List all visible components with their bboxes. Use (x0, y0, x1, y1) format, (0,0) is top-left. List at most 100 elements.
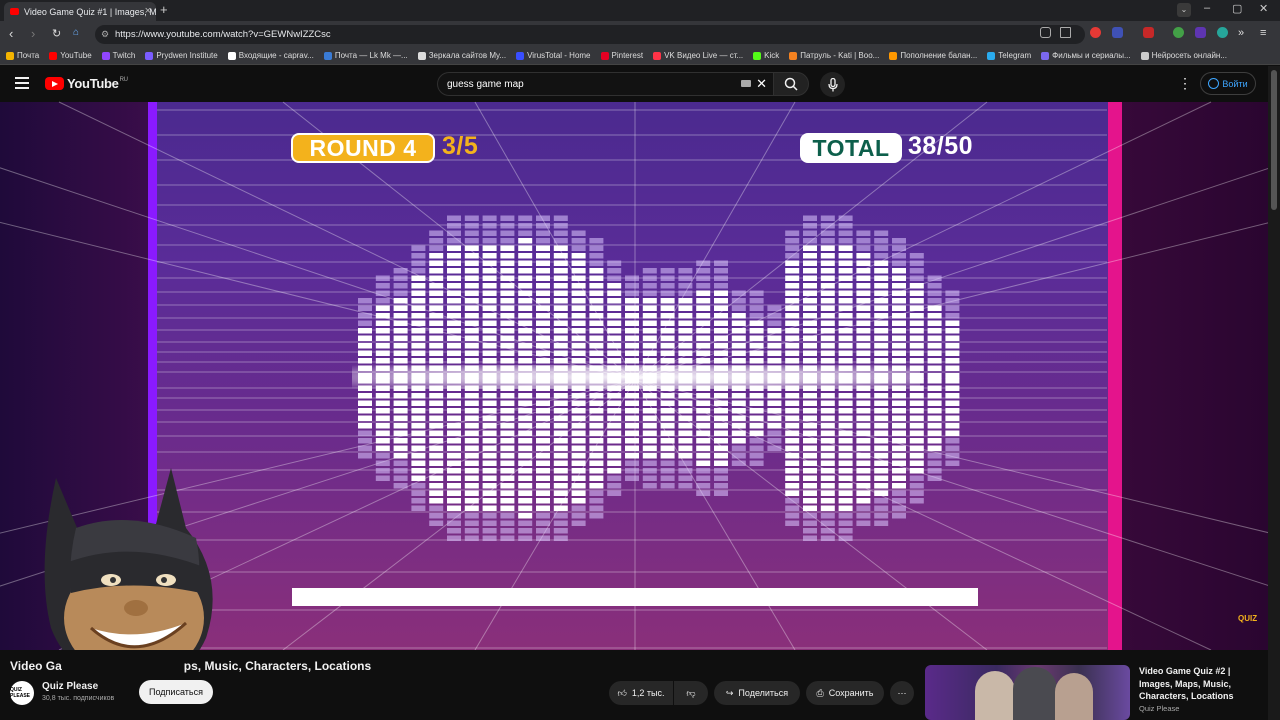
extension-shield-icon[interactable] (1143, 27, 1154, 38)
like-button[interactable]: 👍︎ 1,2 тыс. (609, 681, 673, 705)
bookmark-label: Нейросеть онлайн... (1151, 51, 1227, 60)
new-tab-icon[interactable]: + (160, 2, 168, 17)
save-button[interactable]: ⎙ Сохранить (806, 681, 884, 705)
bookmarks-bar: Почта YouTube Twitch Prydwen Institute Входя… (0, 47, 1280, 65)
bookmark-favicon-icon (889, 51, 898, 60)
channel-avatar[interactable]: QUIZ PLEASE (10, 681, 34, 705)
bookmark-favicon-icon (987, 51, 996, 60)
bookmark-favicon-icon (516, 51, 525, 60)
more-actions-button[interactable]: ⋯ (890, 681, 914, 705)
bookmark-favicon-icon (49, 51, 58, 60)
related-video-channel[interactable]: Quiz Please (1139, 704, 1179, 713)
round-badge: ROUND 4 (291, 133, 435, 163)
back-icon[interactable]: ‹ (9, 26, 13, 41)
bookmark-favicon-icon (600, 51, 609, 60)
extension-red-icon[interactable] (1090, 27, 1101, 38)
bookmark-label: Telegram (998, 51, 1032, 60)
tab-close-icon[interactable]: × (145, 5, 151, 17)
bookmark-favicon-icon (101, 51, 110, 60)
bookmark-label: Входящие - caprav... (238, 51, 314, 60)
bookmark-item[interactable]: Фильмы и сериалы... (1041, 51, 1131, 60)
related-video-title[interactable]: Video Game Quiz #2 | Images, Maps, Music… (1139, 665, 1263, 703)
window-close-icon[interactable]: ✕ (1259, 2, 1268, 15)
bookmark-label: Pinterest (611, 51, 644, 60)
address-toolbar: ‹ › ↻ ⌂ ⚙ https://www.youtube.com/watch?… (0, 21, 1280, 47)
dislike-button[interactable]: 👎︎ (674, 681, 708, 705)
total-badge: TOTAL (800, 133, 902, 163)
extension-puzzle-icon[interactable] (1112, 27, 1123, 38)
total-score: 38/50 (908, 132, 974, 160)
save-icon: ⎙ (816, 687, 824, 698)
tab-title: Video Game Quiz #1 | Images, M (24, 6, 156, 17)
share-label: Поделиться (738, 688, 789, 698)
install-icon[interactable] (1040, 27, 1051, 38)
video-title: Video Ga ps, Music, Characters, Locations (10, 659, 371, 673)
bookmark-item[interactable]: Входящие - caprav... (227, 51, 314, 60)
bookmark-icon[interactable] (1060, 27, 1071, 38)
search-value: guess game map (447, 78, 524, 90)
forward-icon[interactable]: › (31, 26, 35, 41)
sign-in-button[interactable]: Войти (1200, 72, 1256, 95)
audio-glow-line (352, 365, 920, 389)
bookmark-item[interactable]: VirusTotal - Home (516, 51, 591, 60)
thumbnail-face-1 (975, 671, 1015, 720)
sign-in-label: Войти (1222, 78, 1248, 89)
bookmark-item[interactable]: Нейросеть онлайн... (1140, 51, 1227, 60)
bookmark-label: Зеркала сайтов My... (428, 51, 507, 60)
url-field[interactable]: ⚙ https://www.youtube.com/watch?v=GEWNwI… (95, 25, 1085, 44)
scrollbar-thumb[interactable] (1271, 70, 1277, 210)
keyboard-icon[interactable] (741, 80, 751, 87)
bookmark-label: Почта (17, 51, 40, 60)
bookmark-favicon-icon (417, 51, 426, 60)
search-button[interactable] (773, 72, 809, 96)
bookmark-label: VK Видео Live — ст... (664, 51, 744, 60)
bookmark-item[interactable]: Почта — Lk Mk —... (323, 51, 408, 60)
more-extensions-icon[interactable]: » (1238, 27, 1244, 39)
clear-search-icon[interactable]: ✕ (756, 76, 767, 92)
bookmark-item[interactable]: Пополнение балан... (889, 51, 977, 60)
browser-menu-icon[interactable]: ≡ (1260, 27, 1266, 39)
reload-icon[interactable]: ↻ (52, 27, 61, 40)
tab-search-icon[interactable]: ⌄ (1177, 3, 1191, 17)
profile-icon[interactable] (1217, 27, 1228, 38)
bookmark-label: YouTube (60, 51, 92, 60)
bookmark-item[interactable]: Зеркала сайтов My... (417, 51, 507, 60)
bookmark-label: Фильмы и сериалы... (1052, 51, 1131, 60)
site-info-icon[interactable]: ⚙ (101, 29, 109, 40)
url-text: https://www.youtube.com/watch?v=GEWNwIZZ… (115, 29, 331, 40)
youtube-play-icon (45, 77, 64, 90)
bookmark-item[interactable]: Kick (753, 51, 779, 60)
bookmark-favicon-icon (1140, 51, 1149, 60)
share-button[interactable]: ↪ Поделиться (714, 681, 800, 705)
bookmark-item[interactable]: YouTube (49, 51, 92, 60)
bookmark-item[interactable]: Pinterest (600, 51, 644, 60)
guide-menu-icon[interactable] (15, 77, 29, 89)
page-scrollbar[interactable] (1268, 66, 1280, 720)
bookmark-item[interactable]: Почта (6, 51, 39, 60)
subscribe-button[interactable]: Подписаться (139, 680, 213, 704)
maximize-icon[interactable]: ▢ (1232, 2, 1242, 15)
bookmark-label: Prydwen Institute (156, 51, 218, 60)
bookmark-label: Пополнение балан... (900, 51, 978, 60)
voice-search-button[interactable] (820, 72, 845, 97)
settings-menu-icon[interactable]: ⋮ (1178, 75, 1192, 92)
home-icon[interactable]: ⌂ (73, 27, 79, 38)
extension-purple-icon[interactable] (1195, 27, 1206, 38)
save-label: Сохранить (828, 688, 874, 698)
search-input[interactable]: guess game map ✕ (437, 72, 773, 96)
bookmark-item[interactable]: Telegram (987, 51, 1031, 60)
bookmark-item[interactable]: VK Видео Live — ст... (653, 51, 743, 60)
youtube-favicon-icon (10, 8, 19, 15)
bookmark-item[interactable]: Prydwen Institute (145, 51, 218, 60)
quiz-watermark: QUIZ (1238, 614, 1258, 623)
bookmark-label: Почта — Lk Mk —... (334, 51, 408, 60)
channel-name[interactable]: Quiz Please (42, 681, 98, 692)
bookmark-item[interactable]: Патруль - Kati | Boo... (789, 51, 879, 60)
search-icon (784, 77, 798, 91)
youtube-logo[interactable]: YouTube RU (45, 76, 128, 91)
bookmark-item[interactable]: Twitch (101, 51, 135, 60)
browser-tab[interactable]: Video Game Quiz #1 | Images, M × (4, 2, 156, 21)
related-video-thumbnail[interactable] (925, 665, 1130, 720)
extension-green-icon[interactable] (1173, 27, 1184, 38)
minimize-icon[interactable]: – (1204, 2, 1210, 14)
